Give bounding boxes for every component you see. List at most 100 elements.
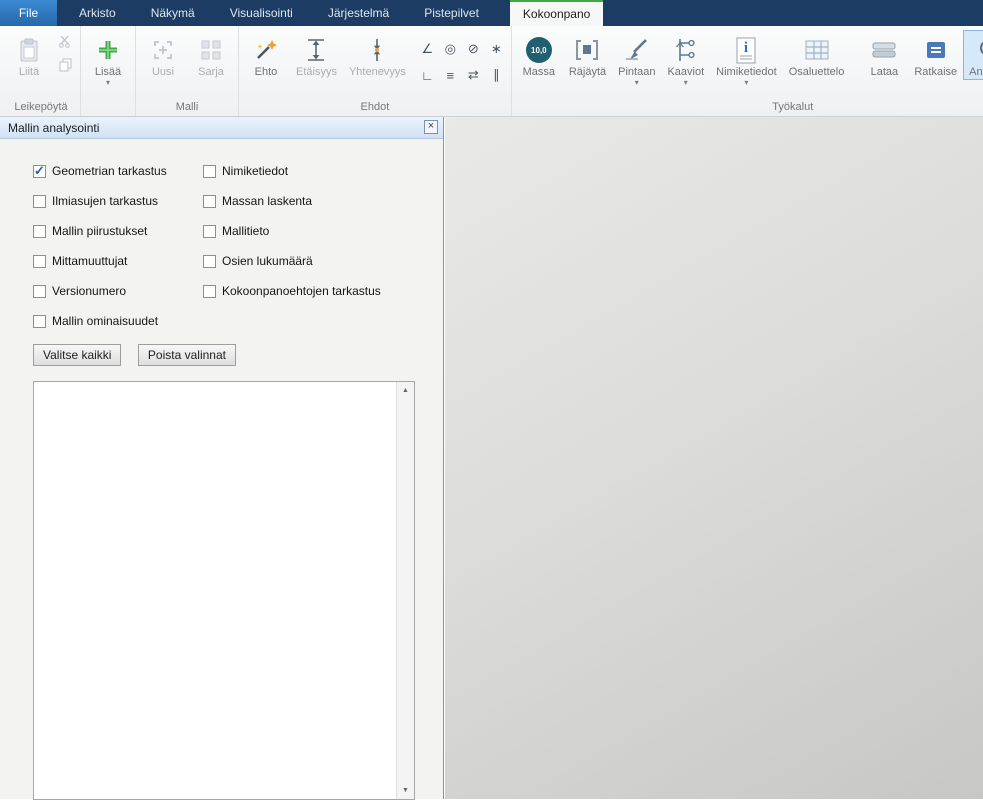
scroll-down-icon[interactable]: ▼ (397, 782, 414, 799)
checkbox-mallitieto[interactable]: ✓ Mallitieto (203, 224, 381, 238)
series-label: Sarja (198, 66, 224, 79)
chevron-down-icon: ▾ (635, 79, 639, 87)
distance-icon (304, 34, 328, 66)
checkbox-osien-lukumaara[interactable]: ✓ Osien lukumäärä (203, 254, 381, 268)
explode-button[interactable]: Räjäytä (563, 30, 612, 80)
tab-jarjestelma[interactable]: Järjestelmä (315, 0, 402, 26)
panel-body: ✓ Geometrian tarkastus ✓ Ilmiasujen tark… (0, 139, 443, 800)
checkbox-versionumero[interactable]: ✓ Versionumero (33, 284, 203, 298)
checkbox-kokoonpanoehtojen-tarkastus[interactable]: ✓ Kokoonpanoehtojen tarkastus (203, 284, 381, 298)
diagrams-button[interactable]: Kaaviot ▾ (661, 30, 710, 88)
coplanar-constraint-icon[interactable]: ∥ (485, 62, 508, 88)
checkbox-label: Mittamuuttujat (52, 254, 127, 268)
copy-icon (58, 57, 73, 77)
checkbox-label: Osien lukumäärä (222, 254, 313, 268)
select-all-button[interactable]: Valitse kaikki (33, 344, 121, 366)
tab-visualisointi[interactable]: Visualisointi (217, 0, 306, 26)
clear-selections-button[interactable]: Poista valinnat (138, 344, 236, 366)
paste-button[interactable]: Liitä (5, 30, 53, 80)
checkbox-box[interactable]: ✓ (33, 225, 46, 238)
ribbon-group-constraints: Ehto Etäisyys Yhtenevyys ∠ ◎ (239, 26, 512, 116)
ribbon-group-label: Ehdot (242, 100, 508, 116)
analyze-button[interactable]: Analysoi (963, 30, 983, 80)
scroll-up-glyph: ▲ (402, 387, 409, 394)
surface-pin-icon (624, 34, 650, 66)
parts-list-label: Osaluettelo (789, 66, 845, 79)
series-button[interactable]: Sarja (187, 30, 235, 80)
checkbox-box[interactable]: ✓ (33, 165, 46, 178)
to-surface-button[interactable]: Pintaan ▾ (612, 30, 661, 88)
checkbox-box[interactable]: ✓ (33, 285, 46, 298)
parts-list-button[interactable]: Osaluettelo (783, 30, 851, 80)
checkbox-box[interactable]: ✓ (203, 285, 216, 298)
analysis-results-box[interactable]: ▲ ▼ (33, 381, 415, 800)
constraint-quick-grid: ∠ ◎ ⊘ ∗ ∟ ≡ ⇄ ∥ (416, 36, 508, 88)
tab-kokoonpano[interactable]: Kokoonpano (510, 0, 603, 26)
scissors-icon (58, 34, 73, 54)
checkbox-label: Geometrian tarkastus (52, 164, 167, 178)
item-data-button[interactable]: i Nimiketiedot ▾ (710, 30, 783, 88)
checkbox-label: Ilmiasujen tarkastus (52, 194, 158, 208)
constraint-button[interactable]: Ehto (242, 30, 290, 80)
angle-constraint-icon[interactable]: ∠ (416, 36, 439, 62)
solve-button[interactable]: Ratkaise (908, 30, 963, 80)
insert-component-button[interactable]: Lisää ▾ (84, 30, 132, 88)
checkbox-label: Nimiketiedot (222, 164, 288, 178)
checkbox-geometrian-tarkastus[interactable]: ✓ Geometrian tarkastus (33, 164, 203, 178)
load-label: Lataa (871, 66, 899, 79)
chevron-down-icon: ▾ (106, 79, 110, 87)
check-icon: ✓ (34, 163, 45, 179)
checkbox-nimiketiedot[interactable]: ✓ Nimiketiedot (203, 164, 381, 178)
checkbox-massan-laskenta[interactable]: ✓ Massan laskenta (203, 194, 381, 208)
menu-bar: File Arkisto Näkymä Visualisointi Järjes… (0, 0, 983, 26)
analysis-options: ✓ Geometrian tarkastus ✓ Ilmiasujen tark… (33, 164, 443, 344)
checkbox-box[interactable]: ✓ (203, 165, 216, 178)
symmetric-constraint-icon[interactable]: ∗ (485, 36, 508, 62)
tab-nakyma[interactable]: Näkymä (138, 0, 208, 26)
checkbox-label: Versionumero (52, 284, 126, 298)
mass-icon: 10,0 (526, 34, 552, 66)
coincidence-icon (365, 34, 389, 66)
checkbox-box[interactable]: ✓ (203, 255, 216, 268)
tab-arkisto[interactable]: Arkisto (66, 0, 129, 26)
checkbox-mittamuuttujat[interactable]: ✓ Mittamuuttujat (33, 254, 203, 268)
cut-button[interactable] (55, 34, 75, 54)
perpendicular-constraint-icon[interactable]: ∟ (416, 62, 439, 88)
checkbox-box[interactable]: ✓ (203, 195, 216, 208)
mass-button[interactable]: 10,0 Massa (515, 30, 563, 80)
ribbon-toolbar: Liitä Leikepöytä (0, 26, 983, 117)
clipboard-icon (17, 34, 41, 66)
results-scrollbar[interactable]: ▲ ▼ (396, 382, 414, 799)
parallel-constraint-icon[interactable]: ≡ (439, 62, 462, 88)
checkbox-box[interactable]: ✓ (33, 195, 46, 208)
checkbox-label: Massan laskenta (222, 194, 312, 208)
checkbox-box[interactable]: ✓ (33, 255, 46, 268)
paste-label: Liitä (19, 66, 39, 79)
tab-pistepilvet[interactable]: Pistepilvet (411, 0, 492, 26)
close-icon[interactable]: × (424, 120, 438, 134)
copy-button[interactable] (55, 57, 75, 77)
checkbox-mallin-piirustukset[interactable]: ✓ Mallin piirustukset (33, 224, 203, 238)
concentric-constraint-icon[interactable]: ◎ (439, 36, 462, 62)
checkbox-mallin-ominaisuudet[interactable]: ✓ Mallin ominaisuudet (33, 314, 203, 328)
tangent-constraint-icon[interactable]: ⊘ (462, 36, 485, 62)
checkbox-ilmiasujen-tarkastus[interactable]: ✓ Ilmiasujen tarkastus (33, 194, 203, 208)
load-button[interactable]: Lataa (860, 30, 908, 80)
checkbox-box[interactable]: ✓ (203, 225, 216, 238)
cut-copy-column (53, 30, 77, 77)
scroll-up-icon[interactable]: ▲ (397, 382, 414, 399)
explode-icon (574, 34, 600, 66)
coincidence-constraint-button[interactable]: Yhtenevyys (343, 30, 412, 80)
distance-constraint-button[interactable]: Etäisyys (290, 30, 343, 80)
new-button[interactable]: Uusi (139, 30, 187, 80)
panel-title-bar: Mallin analysointi × (0, 117, 443, 139)
file-menu-button[interactable]: File (0, 0, 57, 26)
checkbox-box[interactable]: ✓ (33, 315, 46, 328)
model-analysis-panel: Mallin analysointi × ✓ Geometrian tarkas… (0, 117, 444, 799)
ribbon-group-label: Malli (139, 100, 235, 116)
explode-label: Räjäytä (569, 66, 606, 79)
ribbon-group-label: Työkalut (515, 100, 983, 116)
3d-viewport[interactable] (445, 117, 983, 799)
chevron-down-icon: ▾ (684, 79, 688, 87)
direction-constraint-icon[interactable]: ⇄ (462, 62, 485, 88)
